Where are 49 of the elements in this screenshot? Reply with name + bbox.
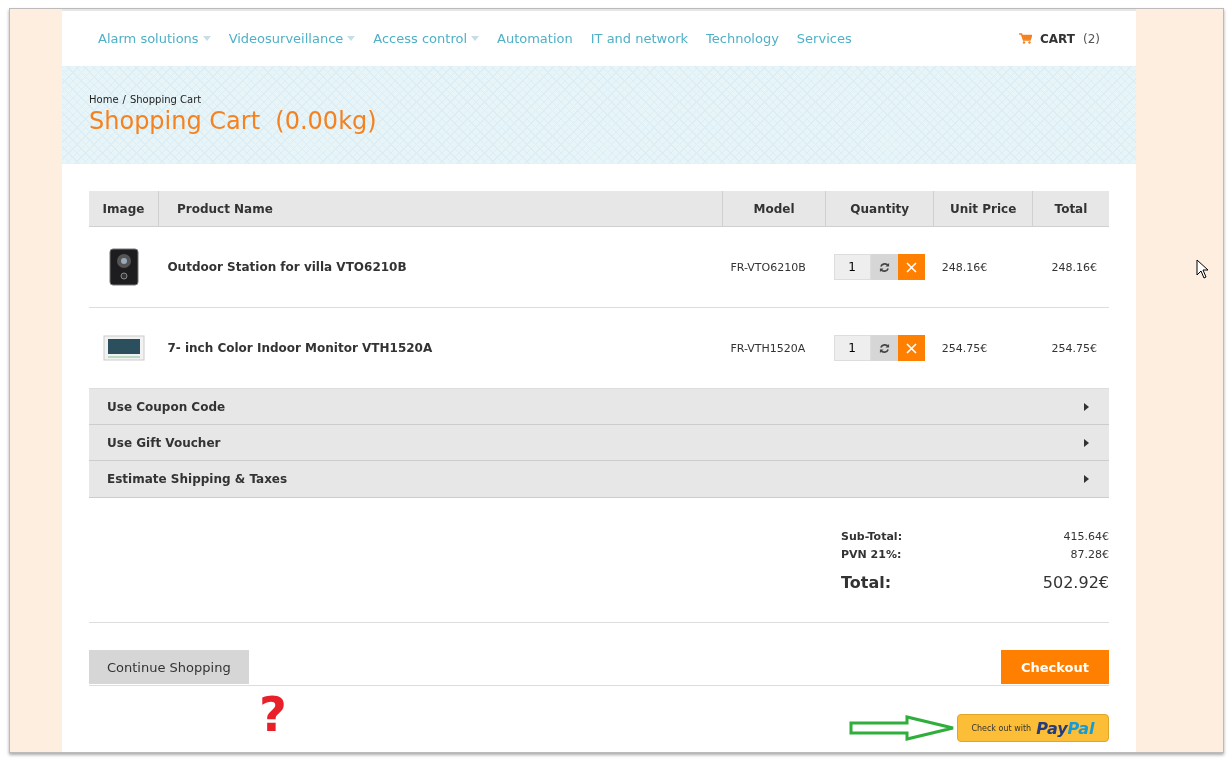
- accordion-header[interactable]: Use Coupon Code: [89, 389, 1109, 425]
- caret-right-icon: [1084, 438, 1089, 447]
- table-cell: 254.75€: [933, 307, 1033, 389]
- quantity-field[interactable]: 1: [833, 335, 871, 361]
- update-button[interactable]: [870, 335, 898, 361]
- column-header: Total: [1032, 191, 1109, 227]
- table-cell: FR-VTH1520A: [722, 307, 826, 389]
- column-header: Product Name: [158, 191, 723, 227]
- total-value: 415.64€: [1063, 529, 1109, 545]
- close-icon: [905, 342, 917, 354]
- product-photo: [102, 334, 145, 362]
- accordion-header[interactable]: Use Gift Voucher: [89, 425, 1109, 461]
- column-header: Model: [722, 191, 826, 227]
- column-header: Image: [89, 191, 159, 227]
- page-title: Shopping Cart (0.00kg): [89, 107, 378, 135]
- breadcrumb-link[interactable]: Home: [89, 94, 119, 105]
- total-label: PVN 21%:: [841, 547, 902, 563]
- breadcrumb-separator: /: [122, 94, 126, 105]
- paypal-checkout-button[interactable]: Check out with PayPal: [957, 714, 1109, 742]
- refresh-icon: [878, 261, 890, 273]
- product-photo: [108, 248, 139, 286]
- table-cell: FR-VTO6210B: [722, 226, 826, 308]
- breadcrumb-link[interactable]: Shopping Cart: [129, 94, 202, 105]
- product-name: Outdoor Station for villa VTO6210B: [158, 226, 723, 308]
- total-value: 87.28€: [1070, 547, 1109, 563]
- product-name: 7- inch Color Indoor Monitor VTH1520A: [158, 307, 723, 389]
- mouse-cursor-icon: [1196, 259, 1210, 279]
- caret-right-icon: [1084, 402, 1089, 411]
- close-icon: [905, 261, 917, 273]
- table-cell: 248.16€: [1032, 226, 1109, 308]
- dropdown-caret-icon: [471, 36, 479, 41]
- column-header: Unit Price: [933, 191, 1033, 227]
- total-label: Total:: [841, 574, 892, 592]
- dropdown-caret-icon: [202, 36, 211, 41]
- dropdown-caret-icon: [347, 36, 356, 41]
- table-cell: 254.75€: [1032, 307, 1109, 389]
- total-label: Sub-Total:: [841, 529, 903, 545]
- table-cell: 248.16€: [933, 226, 1033, 308]
- column-header: Quantity: [825, 191, 934, 227]
- total-value: 502.92€: [1042, 574, 1109, 592]
- cart-icon: [1019, 33, 1032, 44]
- caret-right-icon: [1084, 475, 1089, 483]
- cart-link[interactable]: CART (2): [1019, 31, 1100, 46]
- continue-shopping-button[interactable]: Continue Shopping: [89, 650, 249, 684]
- quantity-field[interactable]: 1: [833, 254, 871, 280]
- refresh-icon: [878, 342, 890, 354]
- update-button[interactable]: [870, 254, 898, 280]
- accordion-header[interactable]: Estimate Shipping & Taxes: [89, 461, 1109, 498]
- question-mark-annotation: ?: [259, 686, 287, 742]
